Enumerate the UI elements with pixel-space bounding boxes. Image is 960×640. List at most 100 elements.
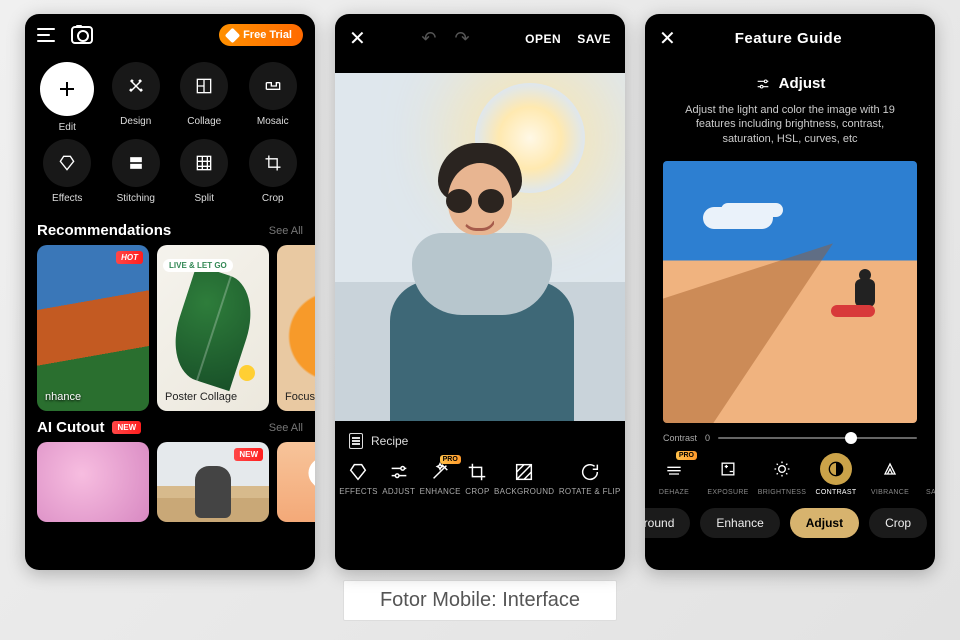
cutout-card[interactable]: [37, 442, 149, 522]
feature-pill-row: kground Enhance Adjust Crop Stitching: [645, 496, 935, 538]
adjust-tool-vibrance[interactable]: Vibrance: [865, 453, 915, 496]
feature-guide-content: Adjust Adjust the light and color the im…: [645, 63, 935, 147]
edit-tool-crop[interactable]: Crop: [465, 461, 489, 496]
tool-effects[interactable]: Effects: [33, 139, 102, 204]
adjust-description: Adjust the light and color the image wit…: [667, 103, 913, 148]
tool-edit[interactable]: Edit: [33, 62, 102, 133]
redo-icon[interactable]: ↷: [454, 28, 469, 49]
slider-label: Contrast: [663, 433, 697, 443]
editor-top-bar: ✕ ↶ ↷ OPEN SAVE: [335, 14, 625, 63]
section-title: AI Cutout: [37, 419, 104, 436]
new-badge: NEW: [234, 448, 263, 461]
edit-tool-label: Adjust: [382, 487, 415, 496]
diamond-icon: [225, 27, 241, 43]
adjust-toolbar: PRO Dehaze Exposure Brightness Contrast …: [645, 443, 935, 496]
tool-label: Stitching: [117, 193, 155, 204]
adjust-tool-label: Exposure: [707, 489, 748, 496]
rec-card-focus[interactable]: Focus: [277, 245, 315, 411]
close-icon[interactable]: ✕: [349, 26, 366, 51]
tool-design[interactable]: Design: [102, 62, 171, 133]
card-label: nhance: [45, 391, 81, 403]
ai-cutout-header: AI Cutout NEW See All: [25, 411, 315, 442]
card-label: Poster Collage: [165, 391, 237, 403]
tool-label: Edit: [59, 122, 76, 133]
recipe-icon: [349, 433, 363, 449]
adjust-tool-label: Contrast: [816, 489, 857, 496]
tool-collage[interactable]: Collage: [170, 62, 239, 133]
pill-adjust[interactable]: Adjust: [790, 508, 859, 538]
rec-card-poster[interactable]: LIVE & LET GO Poster Collage: [157, 245, 269, 411]
editor-screen: ✕ ↶ ↷ OPEN SAVE Recipe Effects Adjust: [335, 14, 625, 570]
hot-badge: HOT: [116, 251, 143, 264]
pill-background[interactable]: kground: [645, 508, 690, 538]
adjust-tool-label: Saturati: [926, 489, 935, 496]
edit-tool-label: Crop: [465, 487, 489, 496]
menu-icon[interactable]: [37, 28, 55, 42]
edit-tool-adjust[interactable]: Adjust: [382, 461, 415, 496]
adjust-tool-label: Brightness: [758, 489, 807, 496]
recipe-label: Recipe: [371, 434, 408, 448]
rec-card-enhance[interactable]: HOT nhance: [37, 245, 149, 411]
cutout-card[interactable]: [277, 442, 315, 522]
undo-redo-group: ↶ ↷: [421, 28, 469, 49]
edit-tool-label: Background: [494, 487, 554, 496]
close-icon[interactable]: ✕: [659, 26, 676, 51]
tool-label: Crop: [262, 193, 284, 204]
ai-cutout-row: NEW: [25, 442, 315, 522]
see-all-link[interactable]: See All: [269, 225, 303, 237]
edit-tool-background[interactable]: Background: [494, 461, 554, 496]
tool-split[interactable]: Split: [170, 139, 239, 204]
adjust-tool-brightness[interactable]: Brightness: [757, 453, 807, 496]
open-button[interactable]: OPEN: [525, 32, 561, 46]
heart-icon: [313, 462, 315, 502]
pill-crop[interactable]: Crop: [869, 508, 927, 538]
new-badge: NEW: [112, 421, 141, 434]
edit-tool-enhance[interactable]: PRO Enhance: [420, 461, 461, 496]
edit-tool-label: Effects: [339, 487, 378, 496]
top-bar: Free Trial: [25, 14, 315, 56]
tool-mosaic[interactable]: Mosaic: [239, 62, 308, 133]
home-screen: Free Trial Edit Design Collage Mosaic Ef…: [25, 14, 315, 570]
adjust-tool-contrast[interactable]: Contrast: [811, 453, 861, 496]
tool-label: Collage: [187, 116, 221, 127]
undo-icon[interactable]: ↶: [421, 28, 436, 49]
editor-canvas[interactable]: [335, 73, 625, 421]
save-button[interactable]: SAVE: [577, 32, 611, 46]
adjust-tool-saturation[interactable]: Saturati: [919, 453, 935, 496]
contrast-slider[interactable]: [718, 437, 917, 439]
figure-caption: Fotor Mobile: Interface: [343, 580, 617, 621]
pro-badge: PRO: [676, 451, 697, 460]
tool-label: Effects: [52, 193, 82, 204]
feature-guide-screen: ✕ Feature Guide Adjust Adjust the light …: [645, 14, 935, 570]
tool-label: Design: [120, 116, 151, 127]
edit-tool-label: Rotate & Flip: [559, 487, 621, 496]
adjust-tool-label: Vibrance: [871, 489, 909, 496]
tool-grid: Edit Design Collage Mosaic Effects Stitc…: [25, 56, 315, 214]
adjust-tool-label: Dehaze: [659, 489, 689, 496]
see-all-link[interactable]: See All: [269, 422, 303, 434]
recipe-button[interactable]: Recipe: [335, 421, 625, 453]
cutout-card[interactable]: NEW: [157, 442, 269, 522]
recommendations-row: HOT nhance LIVE & LET GO Poster Collage …: [25, 245, 315, 411]
guide-top-bar: ✕ Feature Guide: [645, 14, 935, 63]
slider-value: 0: [705, 433, 710, 443]
section-title: Recommendations: [37, 222, 171, 239]
tool-stitching[interactable]: Stitching: [102, 139, 171, 204]
adjust-tool-exposure[interactable]: Exposure: [703, 453, 753, 496]
tool-label: Split: [195, 193, 214, 204]
free-trial-button[interactable]: Free Trial: [219, 24, 303, 46]
card-banner: LIVE & LET GO: [163, 259, 233, 272]
pro-badge: PRO: [440, 455, 461, 464]
tool-label: Mosaic: [257, 116, 289, 127]
edit-toolbar: Effects Adjust PRO Enhance Crop Backgrou…: [335, 453, 625, 496]
adjust-heading: Adjust: [755, 75, 826, 92]
edit-tool-effects[interactable]: Effects: [339, 461, 378, 496]
tool-crop[interactable]: Crop: [239, 139, 308, 204]
camera-icon[interactable]: [71, 26, 93, 44]
adjust-tool-dehaze[interactable]: PRO Dehaze: [649, 453, 699, 496]
contrast-slider-row: Contrast 0: [645, 433, 935, 443]
pill-enhance[interactable]: Enhance: [700, 508, 779, 538]
edit-tool-rotate[interactable]: Rotate & Flip: [559, 461, 621, 496]
recommendations-header: Recommendations See All: [25, 214, 315, 245]
page-title: Feature Guide: [676, 30, 901, 47]
